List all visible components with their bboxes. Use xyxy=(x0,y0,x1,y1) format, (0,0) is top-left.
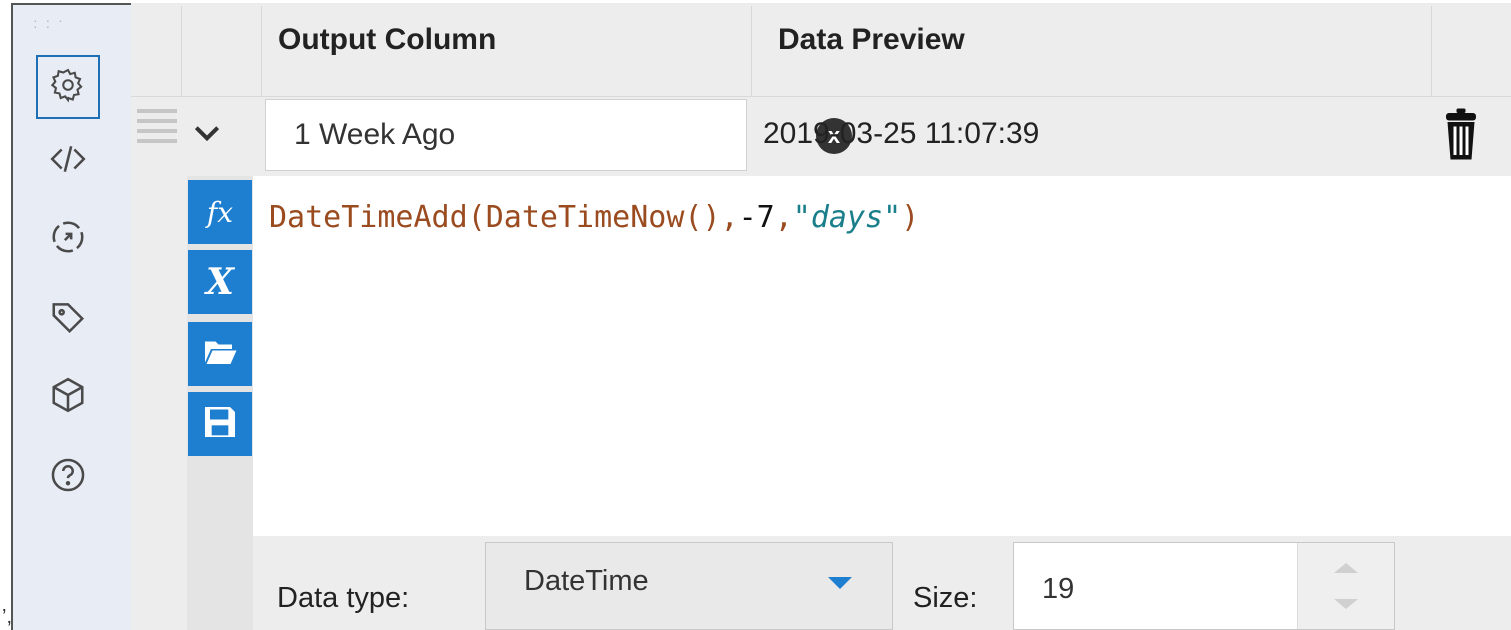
expression-function: DateTimeAdd(DateTimeNow(), xyxy=(269,200,739,235)
chevron-down-icon[interactable] xyxy=(191,117,223,149)
code-tab[interactable] xyxy=(36,129,100,193)
save-expression-button[interactable] xyxy=(188,392,252,456)
fx-icon: fx xyxy=(206,195,234,229)
spin-up-icon[interactable] xyxy=(1334,563,1358,573)
row-drag-handle[interactable] xyxy=(137,103,177,163)
data-type-value: DateTime xyxy=(524,565,649,597)
size-value: 19 xyxy=(1042,573,1075,605)
variable-icon: X xyxy=(206,261,234,303)
expression-number: -7 xyxy=(738,200,775,235)
tag-tab[interactable] xyxy=(36,287,100,351)
column-divider xyxy=(1431,6,1432,99)
config-sidebar: · · · · · xyxy=(11,3,131,630)
stray-mark: ’, xyxy=(2,606,12,628)
spin-down-icon[interactable] xyxy=(1334,599,1358,609)
column-divider xyxy=(261,6,262,99)
grip-handle[interactable]: · · · · · xyxy=(33,13,77,33)
row-gutter xyxy=(131,176,187,630)
data-type-bar: Data type: DateTime Size: 19 xyxy=(253,536,1511,630)
output-column-value: 1 Week Ago xyxy=(294,118,456,151)
code-icon xyxy=(49,140,87,183)
caret-down-icon xyxy=(828,577,852,589)
formula-tool-panel: · · · · · ’, Output Column Data Preview … xyxy=(0,0,1511,630)
help-icon xyxy=(49,456,87,499)
expression-editor[interactable]: DateTimeAdd(DateTimeNow(),-7,"days") xyxy=(253,176,1511,536)
size-label: Size: xyxy=(913,582,978,614)
trash-icon[interactable] xyxy=(1443,107,1479,161)
expression-string: "days" xyxy=(792,200,902,235)
expression-text: DateTimeAdd(DateTimeNow(),-7,"days") xyxy=(269,200,919,235)
folder-open-icon xyxy=(202,334,238,375)
size-input[interactable]: 19 xyxy=(1013,542,1395,630)
functions-button[interactable]: fx xyxy=(188,180,252,244)
gear-icon xyxy=(49,66,87,109)
size-spinner[interactable] xyxy=(1297,543,1394,629)
column-divider xyxy=(181,6,182,99)
data-preview-value: 2019-03-25 11:07:39 xyxy=(763,117,1040,150)
target-icon xyxy=(49,218,87,261)
open-expression-button[interactable] xyxy=(188,322,252,386)
column-divider xyxy=(751,6,752,99)
save-icon xyxy=(200,402,240,447)
help-tab[interactable] xyxy=(36,445,100,509)
data-type-select[interactable]: DateTime xyxy=(485,542,893,630)
cube-tab[interactable] xyxy=(36,365,100,429)
field-row[interactable]: 1 Week Ago x 2019-03-25 11:07:39 xyxy=(131,96,1511,178)
tag-icon xyxy=(49,298,87,341)
output-column-input[interactable]: 1 Week Ago x xyxy=(265,99,852,171)
configuration-tab[interactable] xyxy=(36,55,100,119)
data-type-label: Data type: xyxy=(277,582,410,614)
cube-icon xyxy=(49,376,87,419)
expression-separator: , xyxy=(774,200,793,235)
variables-button[interactable]: X xyxy=(188,250,252,314)
expression-close: ) xyxy=(901,200,920,235)
expression-toolbar: fx X xyxy=(187,176,253,630)
target-tab[interactable] xyxy=(36,207,100,271)
